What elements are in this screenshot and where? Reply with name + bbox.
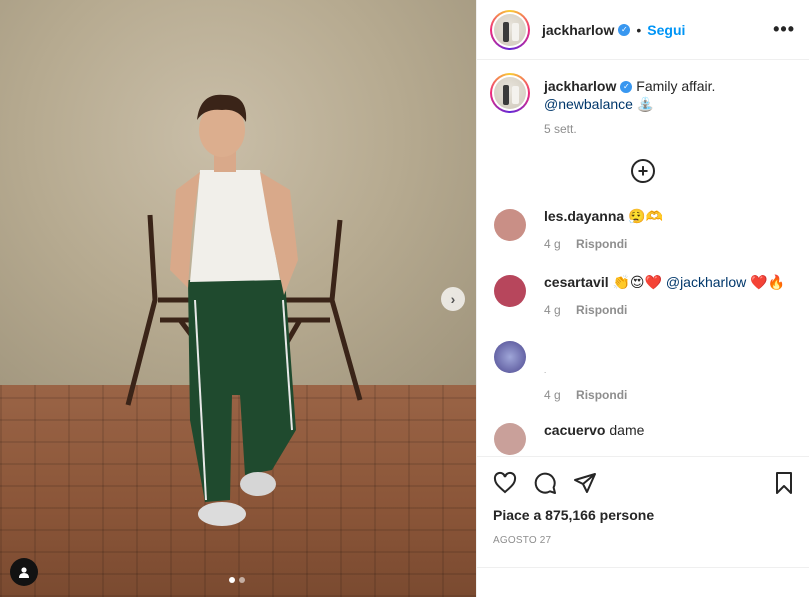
carousel-dot-active [229, 577, 235, 583]
comment-icon[interactable] [533, 471, 557, 495]
comment-username[interactable]: cesartavil [544, 274, 609, 290]
reply-button[interactable]: Rispondi [576, 303, 627, 317]
caption-avatar[interactable] [490, 73, 530, 113]
load-more-comments: + [490, 145, 796, 197]
post-side-panel: jackharlow ✓ • Segui ••• jackharlow ✓ Fam… [476, 0, 809, 597]
author-username[interactable]: jackharlow [542, 22, 614, 38]
comment-username[interactable]: les.dayanna [544, 208, 624, 224]
user-tag-icon [19, 567, 29, 578]
post-date: AGOSTO 27 [493, 535, 552, 546]
verified-icon: ✓ [620, 81, 633, 94]
comment-avatar[interactable] [494, 275, 526, 307]
author-avatar[interactable] [490, 9, 530, 50]
comment-item: . 4 g Rispondi [490, 329, 796, 411]
comment-text-after: ❤️🔥 [750, 274, 785, 290]
comment-time: 4 g [544, 303, 561, 317]
add-comment-area [477, 567, 809, 597]
comments-list[interactable]: jackharlow ✓ Family affair. @newbalance ⛲… [477, 61, 809, 456]
comment-text: 👏😍❤️ [612, 274, 662, 290]
carousel-indicator [229, 577, 245, 583]
comment-avatar[interactable] [494, 423, 526, 455]
photo-figure [125, 94, 363, 526]
post-photo: › [0, 0, 476, 597]
user-tag-button[interactable] [10, 558, 38, 586]
post-header: jackharlow ✓ • Segui ••• [477, 0, 809, 60]
reply-button[interactable]: Rispondi [576, 237, 627, 251]
comment-text: 😮‍💨🫶 [628, 208, 663, 224]
caption-mention[interactable]: @newbalance [544, 96, 633, 112]
add-circle-icon[interactable]: + [631, 159, 655, 183]
comment-time: 4 g [544, 237, 561, 251]
comment-text: . [544, 366, 547, 375]
caption-text: Family affair. [636, 78, 716, 94]
caption: jackharlow ✓ Family affair. @newbalance ⛲… [490, 61, 796, 145]
likes-count[interactable]: Piace a 875,166 persone [493, 507, 796, 523]
caption-time: 5 sett. [544, 122, 577, 136]
comment-item: les.dayanna 😮‍💨🫶 4 g Rispondi [490, 197, 796, 263]
comment-avatar[interactable] [494, 209, 526, 241]
post-actions: Piace a 875,166 persone AGOSTO 27 [477, 456, 809, 546]
heart-icon[interactable] [493, 471, 517, 495]
verified-icon: ✓ [618, 23, 631, 36]
chevron-right-icon: › [450, 291, 456, 307]
carousel-dot [239, 577, 245, 583]
comment-time: 4 g [544, 388, 561, 402]
comment-text: dame [609, 422, 645, 438]
comment-item: cacuervo dame [490, 411, 796, 456]
reply-button[interactable]: Rispondi [576, 388, 627, 402]
comment-item: cesartavil 👏😍❤️ @jackharlow ❤️🔥 4 g Risp… [490, 263, 796, 329]
comment-mention[interactable]: @jackharlow [666, 274, 746, 290]
share-icon[interactable] [573, 471, 597, 495]
follow-button[interactable]: Segui [647, 22, 685, 38]
carousel-next-button[interactable]: › [441, 287, 465, 311]
bookmark-icon[interactable] [772, 471, 796, 495]
caption-username[interactable]: jackharlow [544, 78, 616, 94]
caption-emoji: ⛲ [636, 96, 655, 112]
more-options-icon[interactable]: ••• [773, 19, 795, 40]
comment-username[interactable]: cacuervo [544, 422, 605, 438]
separator: • [636, 21, 642, 38]
comment-avatar[interactable] [494, 341, 526, 373]
